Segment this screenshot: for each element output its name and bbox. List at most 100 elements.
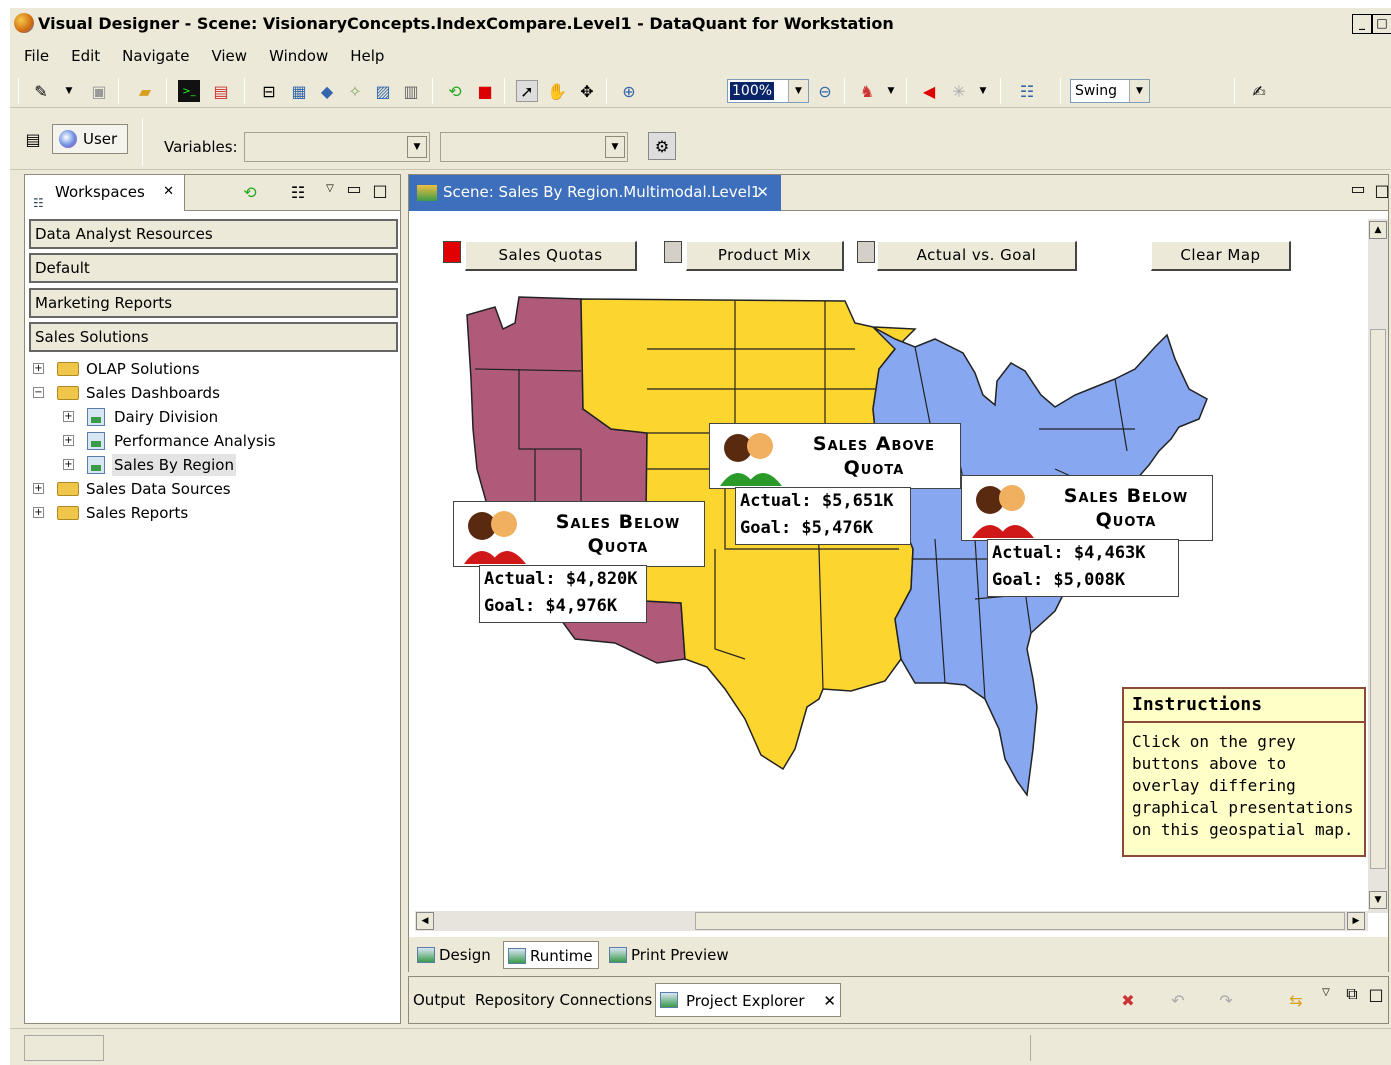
disconnect-icon[interactable]: ✖ (1117, 989, 1139, 1011)
new-dropdown-icon[interactable]: ▼ (58, 80, 80, 102)
section-marketing-reports[interactable]: Marketing Reports (29, 288, 398, 318)
maximize-view-icon[interactable]: □ (369, 179, 391, 201)
menu-window[interactable]: Window (255, 44, 336, 68)
maximize-button[interactable]: □ (1372, 14, 1391, 34)
form-icon[interactable]: ▦ (288, 80, 310, 102)
menu-edit[interactable]: Edit (57, 44, 108, 68)
move-icon[interactable]: ✥ (576, 80, 598, 102)
redo-icon[interactable]: ↷ (1215, 989, 1237, 1011)
expand-icon[interactable]: + (33, 363, 44, 374)
maximize-view-icon[interactable]: □ (1365, 983, 1387, 1005)
view-menu-icon[interactable]: ▽ (319, 177, 341, 199)
expand-icon[interactable]: + (33, 483, 44, 494)
scroll-up-icon[interactable]: ▲ (1369, 221, 1387, 239)
perspective-icon[interactable]: ▤ (22, 128, 44, 150)
view-menu-icon[interactable]: ▽ (1315, 981, 1337, 1003)
expand-icon[interactable]: + (33, 507, 44, 518)
minimize-view-icon[interactable]: ▭ (1347, 177, 1369, 199)
chevron-down-icon[interactable]: ▼ (1129, 80, 1149, 102)
forward-arrow-icon[interactable]: ✳ (948, 80, 970, 102)
tab-print-preview[interactable]: Print Preview (605, 941, 735, 969)
tree-item-sales-data-sources[interactable]: + Sales Data Sources (25, 478, 395, 500)
person-dropdown-icon[interactable]: ▼ (880, 80, 902, 102)
cube-icon[interactable]: ◆ (316, 80, 338, 102)
undo-icon[interactable]: ↶ (1167, 989, 1189, 1011)
select-pointer-icon[interactable]: ➚ (516, 80, 538, 102)
tab-runtime[interactable]: Runtime (503, 941, 599, 969)
close-icon[interactable]: ✕ (823, 992, 836, 1010)
minimize-view-icon[interactable]: ▭ (343, 177, 365, 199)
link-icon[interactable]: ⇆ (1285, 989, 1307, 1011)
tree-item-sales-reports[interactable]: + Sales Reports (25, 502, 395, 524)
person-tool-icon[interactable]: ♞ (856, 80, 878, 102)
vertical-scroll-thumb[interactable] (1370, 329, 1386, 869)
tab-design[interactable]: Design (413, 941, 499, 969)
chevron-down-icon[interactable]: ▼ (605, 136, 625, 158)
horizontal-scroll-thumb[interactable] (695, 912, 1345, 930)
menu-view[interactable]: View (197, 44, 255, 68)
edit-note-icon[interactable]: ✍ (1248, 80, 1270, 102)
tree-item-dairy-division[interactable]: + Dairy Division (25, 406, 395, 428)
tree-item-olap-solutions[interactable]: + OLAP Solutions (25, 358, 395, 380)
close-icon[interactable]: ✕ (163, 175, 174, 209)
tab-workspaces[interactable]: ☷ Workspaces ✕ (25, 175, 185, 211)
back-arrow-icon[interactable]: ◀ (918, 80, 940, 102)
expand-icon[interactable]: + (63, 435, 74, 446)
tree-item-sales-by-region[interactable]: + Sales By Region (25, 454, 395, 476)
minimize-button[interactable]: _ (1352, 14, 1372, 34)
new-icon[interactable]: ✎ (30, 80, 52, 102)
expand-icon[interactable]: + (63, 459, 74, 470)
chevron-down-icon[interactable]: ▼ (407, 136, 427, 158)
restore-view-icon[interactable]: ⧉ (1341, 983, 1363, 1005)
close-icon[interactable]: ✕ (756, 175, 769, 209)
tree-item-sales-dashboards[interactable]: − Sales Dashboards (25, 382, 395, 404)
sync-icon[interactable]: ⟲ (239, 181, 261, 203)
variables-combo-2[interactable]: ▼ (440, 132, 628, 162)
save-icon[interactable]: ▣ (88, 80, 110, 102)
west-callout[interactable]: Sales Below Quota (453, 501, 705, 567)
layout-icon[interactable]: ⊟ (258, 80, 280, 102)
menu-file[interactable]: File (10, 44, 57, 68)
maximize-view-icon[interactable]: □ (1371, 179, 1391, 201)
zoom-out-icon[interactable]: ⊖ (814, 80, 836, 102)
print-icon[interactable]: ▥ (400, 80, 422, 102)
horizontal-scrollbar[interactable]: ◀ ▶ (415, 911, 1368, 931)
section-sales-solutions[interactable]: Sales Solutions (29, 322, 398, 352)
properties-icon[interactable]: ☷ (1016, 80, 1038, 102)
chevron-down-icon[interactable]: ▼ (788, 80, 808, 102)
menu-help[interactable]: Help (336, 44, 392, 68)
collapse-icon[interactable]: − (33, 387, 44, 398)
zoom-combo[interactable]: 100% ▼ (727, 79, 809, 103)
menu-navigate[interactable]: Navigate (108, 44, 197, 68)
forward-dropdown-icon[interactable]: ▼ (972, 80, 994, 102)
tab-repository-connections[interactable]: Repository Connections (471, 983, 656, 1017)
scroll-down-icon[interactable]: ▼ (1369, 891, 1387, 909)
toolbar-separator (432, 78, 433, 104)
zoom-in-icon[interactable]: ⊕ (618, 80, 640, 102)
tree-view-icon[interactable]: ☷ (287, 181, 309, 203)
section-default[interactable]: Default (29, 253, 398, 283)
scroll-right-icon[interactable]: ▶ (1347, 912, 1365, 930)
tab-project-explorer[interactable]: Project Explorer ✕ (655, 983, 841, 1017)
open-folder-icon[interactable]: ▰ (134, 80, 156, 102)
pan-hand-icon[interactable]: ✋ (546, 80, 568, 102)
tab-output[interactable]: Output (409, 983, 469, 1017)
wand-icon[interactable]: ✧ (344, 80, 366, 102)
stop-icon[interactable]: ■ (474, 80, 496, 102)
vertical-scrollbar[interactable]: ▲ ▼ (1368, 219, 1388, 913)
renderer-combo[interactable]: Swing ▼ (1070, 79, 1150, 103)
central-callout[interactable]: Sales Above Quota (709, 423, 961, 489)
user-perspective-button[interactable]: User (52, 124, 128, 154)
console-icon[interactable]: >_ (178, 80, 200, 102)
scroll-left-icon[interactable]: ◀ (416, 912, 434, 930)
variables-settings-icon[interactable]: ⚙ (648, 132, 676, 160)
tree-item-performance-analysis[interactable]: + Performance Analysis (25, 430, 395, 452)
tab-scene-sales-by-region[interactable]: Scene: Sales By Region.Multimodal.Level1… (409, 175, 781, 211)
refresh-icon[interactable]: ⟲ (444, 80, 466, 102)
database-icon[interactable]: ▤ (210, 80, 232, 102)
east-callout[interactable]: Sales Below Quota (961, 475, 1213, 541)
chart-icon[interactable]: ▨ (372, 80, 394, 102)
section-data-analyst-resources[interactable]: Data Analyst Resources (29, 219, 398, 249)
variables-combo-1[interactable]: ▼ (244, 132, 430, 162)
expand-icon[interactable]: + (63, 411, 74, 422)
